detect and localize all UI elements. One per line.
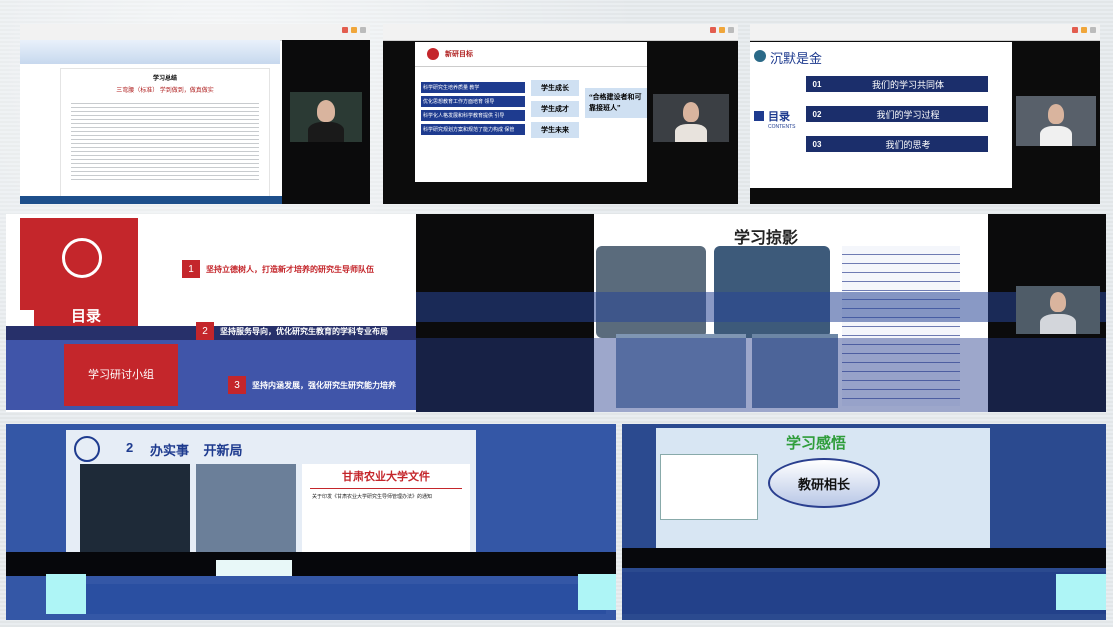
toc-block: 目录 CONTENTS xyxy=(754,108,796,130)
slide-right-col: “合格建设者和可靠接班人” xyxy=(585,88,647,118)
panel-top-left: 学习总结 三弯腰（标准） 学到做到，做真做实 xyxy=(20,24,370,204)
participant-video xyxy=(653,94,729,142)
slide-middle-col: 学生成长 学生成才 学生未来 xyxy=(531,80,579,143)
section-number: 2 xyxy=(126,440,134,455)
toc-item-number: 03 xyxy=(806,136,828,152)
contents-item[interactable]: 3 坚持内涵发展，强化研究生研究能力培养 xyxy=(228,376,396,394)
slide-title: 沉默是金 xyxy=(770,51,823,66)
participant-video xyxy=(1016,286,1100,334)
slide-title: 学习感悟 xyxy=(786,435,847,452)
toc-item[interactable]: 03 我们的思考 xyxy=(806,136,988,152)
contents-item[interactable]: 2 坚持服务导向，优化研究生教育的学科专业布局 xyxy=(196,322,388,340)
speaker-video xyxy=(80,464,190,554)
glitch-block xyxy=(216,560,292,576)
window-titlebar xyxy=(383,24,738,41)
slide: 新研目标 科学研究生培养质量 教学 优化思想教育工作方面培育 领导 科学化人格发… xyxy=(415,42,647,182)
glitch-block xyxy=(1056,574,1106,610)
mini-slide-thumbnail xyxy=(660,454,758,520)
participant-video xyxy=(1016,96,1096,146)
doc-rule xyxy=(310,488,462,489)
toc-sub-label: CONTENTS xyxy=(768,124,796,130)
participant-video xyxy=(290,92,362,142)
section-title: 办实事 开新局 xyxy=(150,443,243,458)
contents-item-label: 坚持服务导向，优化研究生教育的学科专业布局 xyxy=(220,326,388,336)
taskbar xyxy=(20,196,282,204)
toc-item-number: 02 xyxy=(806,106,828,122)
toc-item[interactable]: 01 我们的学习共同体 xyxy=(806,76,988,92)
red-block xyxy=(20,218,138,310)
glitch-band xyxy=(46,584,606,614)
slide-header-logo: 新研目标 xyxy=(445,50,473,58)
contents-item-label: 坚持立德树人，打造新才培养的研究生导师队伍 xyxy=(206,264,374,274)
tree-logo-icon xyxy=(754,50,766,62)
slide: 沉默是金 目录 CONTENTS 01 我们的学习共同体 02 我们的学习过程 … xyxy=(750,42,1012,188)
badge-label: 教研相长 xyxy=(797,476,850,492)
panel-middle-right: 学习掠影 xyxy=(416,214,1106,412)
glitch-band xyxy=(622,572,1106,614)
toc-item-label: 我们的思考 xyxy=(828,136,988,152)
glitch-block xyxy=(46,574,86,614)
school-emblem-icon xyxy=(62,238,102,278)
toc-main-label: 目录 xyxy=(768,111,790,123)
contents-item-label: 坚持内涵发展，强化研究生研究能力培养 xyxy=(252,380,396,390)
glitch-band xyxy=(622,548,1106,568)
school-logo-icon xyxy=(427,48,439,60)
panel-middle-left: 目录 学习研讨小组 1 坚持立德树人，打造新才培养的研究生导师队伍 2 坚持服务… xyxy=(6,214,446,412)
toc-marker xyxy=(754,111,764,121)
toc-item[interactable]: 02 我们的学习过程 xyxy=(806,106,988,122)
bottom-slide: 学习感悟 教研相长 xyxy=(656,428,990,548)
toc-item-label: 我们的学习共同体 xyxy=(828,76,988,92)
contents-item-number: 2 xyxy=(196,322,214,340)
contents-item[interactable]: 1 坚持立德树人，打造新才培养的研究生导师队伍 xyxy=(182,260,374,278)
slide-row: 科学研究规划方案和规范了能力构成 保管 xyxy=(421,124,525,135)
toc-item-label: 我们的学习过程 xyxy=(828,106,988,122)
word-ribbon xyxy=(20,40,280,64)
doc-subheading: 三弯腰（标准） 学到做到，做真做实 xyxy=(116,88,214,94)
slide-row: 科学研究生培养质量 教学 xyxy=(421,82,525,93)
bottom-slide: 2 办实事 开新局 甘肃农业大学文件 关于印发《甘肃农业大学研究生导师管理办法》… xyxy=(66,430,476,554)
panel-top-middle: 新研目标 科学研究生培养质量 教学 优化思想教育工作方面培育 领导 科学化人格发… xyxy=(383,24,738,204)
glitch-block xyxy=(578,574,616,610)
doc-body-lines xyxy=(71,100,259,180)
window-titlebar xyxy=(20,24,370,41)
document-page: 学习总结 三弯腰（标准） 学到做到，做真做实 xyxy=(60,68,270,204)
doc-heading: 学习总结 xyxy=(152,76,177,82)
panel-top-right: 沉默是金 目录 CONTENTS 01 我们的学习共同体 02 我们的学习过程 … xyxy=(750,24,1100,204)
slide-row: 科学化人格发展和科学教育提供 引导 xyxy=(421,110,525,121)
group-label: 学习研讨小组 xyxy=(64,344,178,406)
slide-row: 优化思想教育工作方面培育 领导 xyxy=(421,96,525,107)
glitch-band xyxy=(416,292,1106,322)
panel-bottom-left: 2 办实事 开新局 甘肃农业大学文件 关于印发《甘肃农业大学研究生导师管理办法》… xyxy=(6,424,616,620)
panel-bottom-right: 学习感悟 教研相长 xyxy=(622,424,1106,620)
doc-title: 甘肃农业大学文件 xyxy=(342,471,430,483)
document-image: 甘肃农业大学文件 关于印发《甘肃农业大学研究生导师管理办法》的通知 xyxy=(302,464,470,554)
middle-item: 学生成才 xyxy=(531,101,579,117)
doc-line: 关于印发《甘肃农业大学研究生导师管理办法》的通知 xyxy=(312,495,433,500)
contents-item-number: 3 xyxy=(228,376,246,394)
middle-item: 学生成长 xyxy=(531,80,579,96)
school-emblem-icon xyxy=(74,436,100,462)
glitch-band xyxy=(6,552,616,576)
collage-title: 学习掠影 xyxy=(734,230,799,247)
slide-header-bar: 新研目标 xyxy=(415,42,647,67)
middle-item: 学生未来 xyxy=(531,122,579,138)
glitch-band xyxy=(416,338,1106,412)
badge-ellipse: 教研相长 xyxy=(768,458,880,508)
bookshelf-photo xyxy=(196,464,296,554)
contents-item-number: 1 xyxy=(182,260,200,278)
slide-rows: 科学研究生培养质量 教学 优化思想教育工作方面培育 领导 科学化人格发展和科学教… xyxy=(421,82,525,138)
toc-item-number: 01 xyxy=(806,76,828,92)
window-titlebar xyxy=(750,24,1100,41)
video-sidebar xyxy=(282,40,370,204)
